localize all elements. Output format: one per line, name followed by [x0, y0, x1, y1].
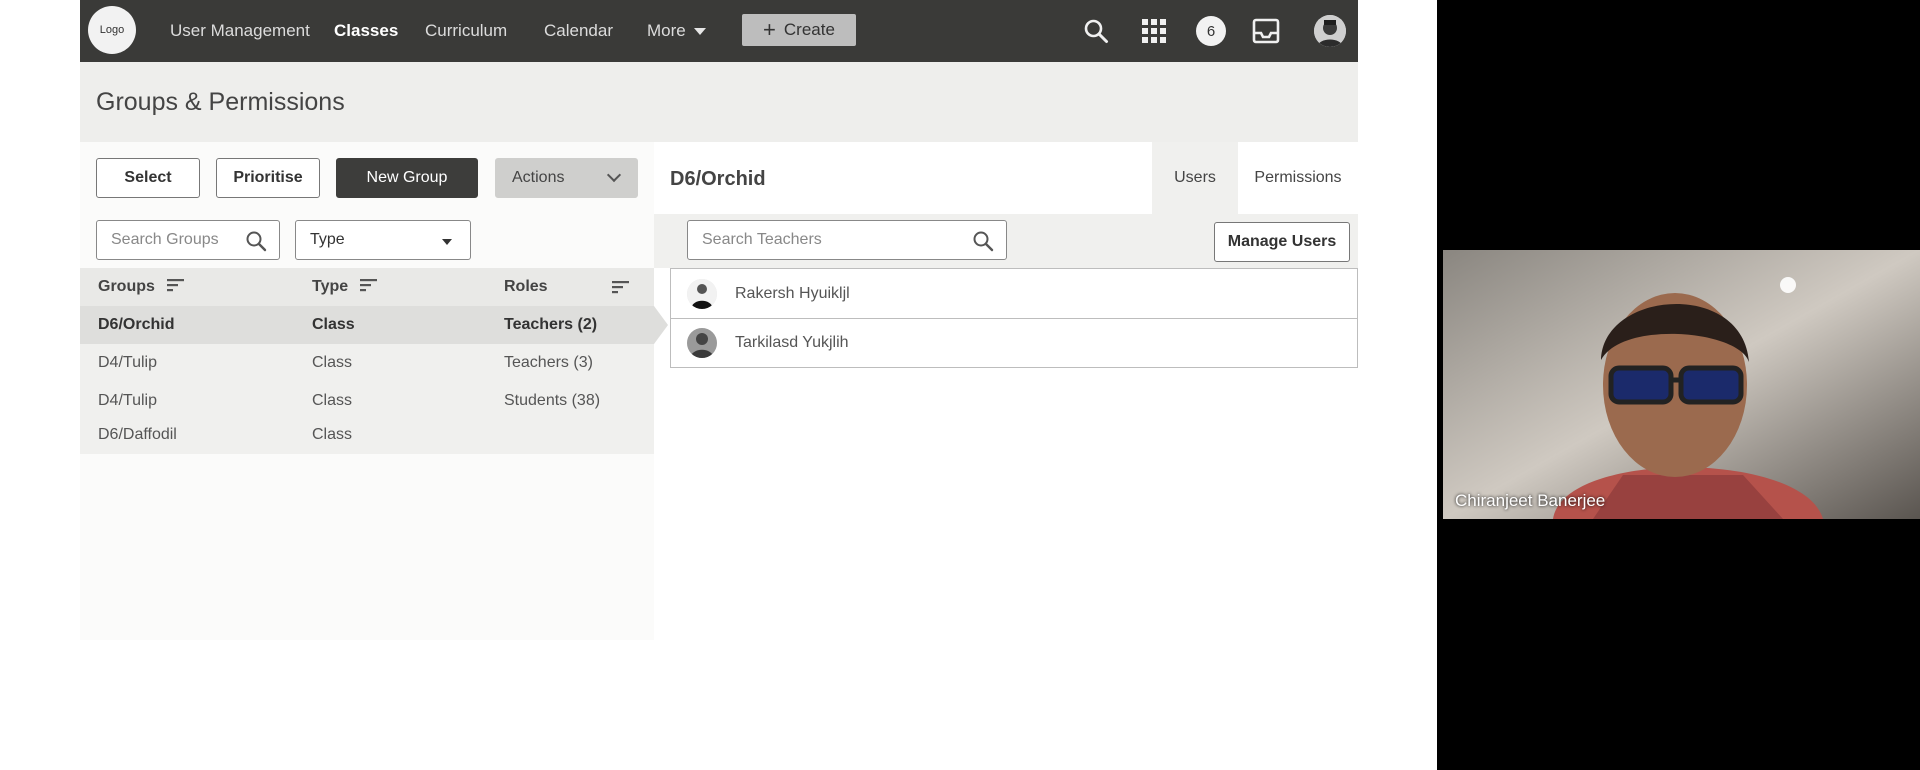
logo[interactable]: Logo: [88, 6, 136, 54]
type-filter-select[interactable]: Type: [295, 220, 471, 260]
nav-user-management[interactable]: User Management: [170, 0, 310, 62]
cell-roles: Students (38): [504, 392, 601, 409]
participant-video-tile[interactable]: Chiranjeet Banerjee: [1443, 250, 1920, 519]
manage-users-button[interactable]: Manage Users: [1214, 222, 1350, 262]
participant-name: Chiranjeet Banerjee: [1455, 491, 1606, 510]
search-teachers-input[interactable]: Search Teachers: [687, 220, 1007, 260]
page-title: Groups & Permissions: [96, 88, 345, 116]
inbox-icon[interactable]: [1249, 14, 1283, 48]
prioritise-button[interactable]: Prioritise: [216, 158, 320, 198]
column-groups-label: Groups: [98, 278, 155, 295]
column-roles[interactable]: Roles: [504, 268, 548, 306]
cell-type: Class: [312, 354, 353, 371]
caret-down-icon: [693, 27, 706, 35]
plus-icon: +: [763, 17, 776, 42]
table-row[interactable]: D4/Tulip Class Teachers (3): [80, 344, 654, 382]
cell-group: D4/Tulip: [98, 354, 157, 371]
table-row[interactable]: D6/Daffodil Class: [80, 416, 654, 454]
teacher-name: Rakersh Hyuikljl: [735, 284, 850, 302]
column-roles-label: Roles: [504, 278, 548, 295]
search-icon: [245, 230, 267, 257]
profile-photo: [1314, 15, 1346, 47]
apps-grid-icon[interactable]: [1137, 14, 1171, 48]
tab-permissions[interactable]: Permissions: [1238, 142, 1358, 214]
group-detail-header: D6/Orchid Users Permissions: [654, 142, 1358, 214]
search-icon[interactable]: [1079, 14, 1113, 48]
chevron-down-icon: [606, 167, 622, 183]
list-item[interactable]: Tarkilasd Yukjlih: [671, 318, 1357, 367]
search-teachers-placeholder: Search Teachers: [702, 231, 822, 248]
screen-margin: [0, 640, 1437, 770]
group-detail-title: D6/Orchid: [670, 168, 766, 190]
lms-app-window: Logo User Management Classes Curriculum …: [80, 0, 1358, 640]
column-type[interactable]: Type: [312, 268, 378, 306]
nav-curriculum[interactable]: Curriculum: [425, 0, 507, 62]
create-label: Create: [783, 20, 835, 39]
nav-calendar[interactable]: Calendar: [544, 0, 613, 62]
participant-video-frame: [1443, 250, 1920, 519]
sort-icon[interactable]: [360, 278, 378, 297]
search-groups-placeholder: Search Groups: [111, 231, 219, 248]
notification-count: 6: [1196, 16, 1226, 46]
type-filter-label: Type: [310, 231, 345, 248]
cell-roles: Teachers (3): [504, 354, 593, 371]
column-groups[interactable]: Groups: [98, 268, 185, 306]
cell-group: D4/Tulip: [98, 392, 157, 409]
search-icon: [972, 230, 994, 257]
cell-type: Class: [312, 316, 355, 333]
cell-group: D6/Daffodil: [98, 426, 177, 443]
cell-type: Class: [312, 426, 353, 443]
create-button[interactable]: + Create: [742, 14, 856, 46]
actions-dropdown[interactable]: Actions: [495, 158, 638, 198]
nav-more-label: More: [647, 21, 686, 40]
actions-label: Actions: [512, 169, 565, 186]
sort-icon[interactable]: [166, 278, 185, 297]
list-item[interactable]: Rakersh Hyuikljl: [671, 269, 1357, 318]
notifications-badge[interactable]: 6: [1194, 14, 1228, 48]
sort-icon[interactable]: [612, 268, 630, 306]
top-nav-bar: Logo User Management Classes Curriculum …: [80, 0, 1358, 62]
caret-down-icon: [442, 239, 452, 245]
cell-roles: Teachers (2): [504, 316, 598, 333]
cell-group: D6/Orchid: [98, 316, 175, 333]
cell-type: Class: [312, 392, 353, 409]
groups-table-header: Groups Type Roles: [80, 268, 654, 306]
select-button[interactable]: Select: [96, 158, 200, 198]
teacher-name: Tarkilasd Yukjlih: [735, 334, 849, 351]
nav-classes[interactable]: Classes: [334, 0, 398, 62]
search-groups-input[interactable]: Search Groups: [96, 220, 280, 260]
tab-users[interactable]: Users: [1152, 142, 1238, 214]
avatar: [687, 278, 717, 309]
table-row[interactable]: D6/Orchid Class Teachers (2): [80, 306, 668, 344]
column-type-label: Type: [312, 278, 349, 295]
avatar: [687, 328, 717, 358]
selected-row-pointer: [654, 306, 668, 344]
screen: Logo User Management Classes Curriculum …: [0, 0, 1920, 770]
nav-more[interactable]: More: [647, 0, 706, 62]
user-avatar[interactable]: [1313, 14, 1347, 48]
teacher-list: Rakersh Hyuikljl Tarkilasd Yukjlih: [670, 268, 1358, 368]
table-row[interactable]: D4/Tulip Class Students (38): [80, 382, 654, 420]
page-header: Groups & Permissions: [80, 62, 1358, 142]
new-group-button[interactable]: New Group: [336, 158, 478, 198]
